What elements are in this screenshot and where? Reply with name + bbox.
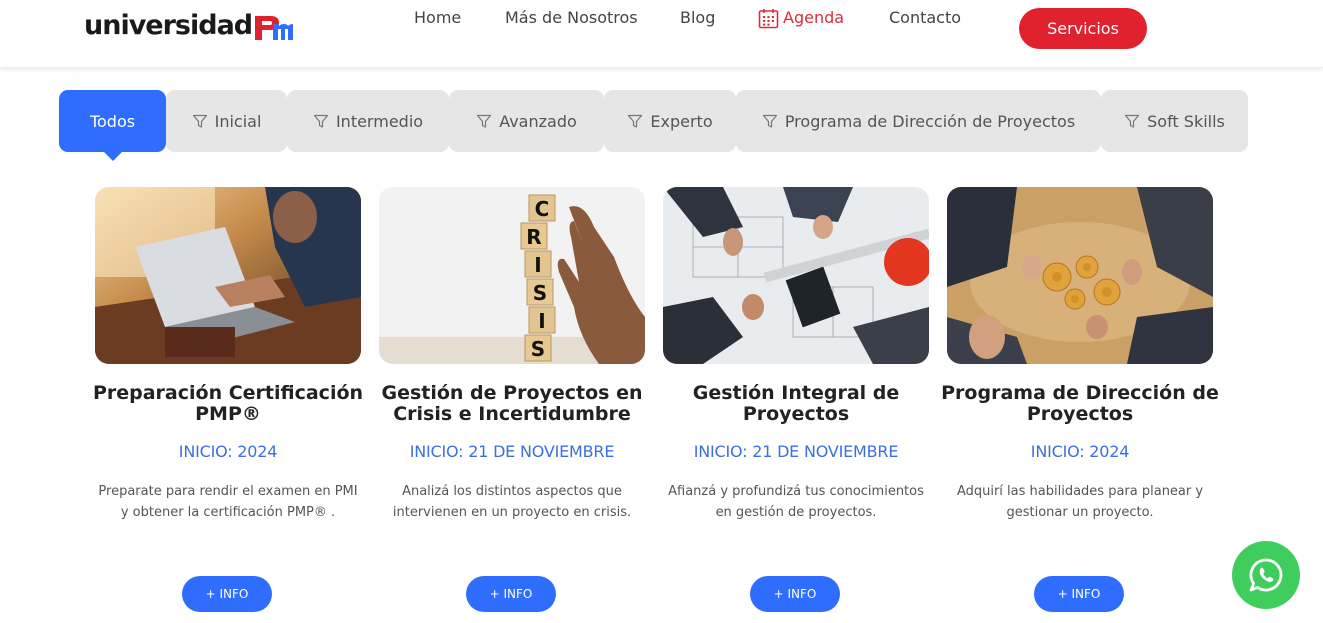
tab-experto[interactable]: Experto (604, 90, 736, 152)
logo[interactable]: universidad (84, 8, 294, 44)
tab-inicial[interactable]: Inicial (166, 90, 287, 152)
whatsapp-button[interactable] (1232, 541, 1300, 609)
course-image[interactable] (663, 187, 929, 364)
course-card: C R I S I S Gestión de Proyectos en Cris… (379, 187, 645, 612)
tab-label: Inicial (214, 111, 262, 131)
course-description: Afianzá y profundizá tus conocimientos e… (668, 484, 924, 520)
nav-agenda[interactable]: Agenda (758, 6, 844, 30)
tab-label: Avanzado (499, 111, 577, 131)
nav-blog[interactable]: Blog (680, 6, 715, 30)
tab-todos[interactable]: Todos (59, 90, 166, 161)
course-image[interactable]: C R I S I S (379, 187, 645, 364)
filter-icon (1124, 113, 1140, 129)
nav-home[interactable]: Home (414, 6, 461, 30)
info-button[interactable]: + INFO (750, 576, 840, 612)
site-header: universidad Home Más de Nosotros Blog Ag… (0, 0, 1323, 68)
whatsapp-icon (1249, 558, 1283, 592)
course-description: Adquirí las habilidades para planear y g… (956, 484, 1204, 520)
info-button[interactable]: + INFO (466, 576, 556, 612)
info-button[interactable]: + INFO (182, 576, 272, 612)
course-card: Preparación Certificación PMP® INICIO: 2… (93, 187, 363, 612)
filter-icon (476, 113, 492, 129)
logo-mark-icon (253, 10, 294, 44)
tab-label: Soft Skills (1147, 111, 1225, 131)
svg-text:S: S (531, 337, 545, 361)
course-description: Analizá los distintos aspectos que inter… (392, 484, 632, 520)
course-start-date: INICIO: 2024 (178, 442, 278, 461)
tab-programa-direccion[interactable]: Programa de Dirección de Proyectos (736, 90, 1101, 152)
course-card: Programa de Dirección de Proyectos INICI… (941, 187, 1219, 612)
course-title: Gestión Integral de Proyectos (692, 382, 900, 425)
filter-icon (313, 113, 329, 129)
svg-text:I: I (534, 253, 541, 277)
course-image[interactable] (947, 187, 1213, 364)
tab-label: Todos (89, 111, 136, 131)
svg-text:I: I (538, 309, 545, 333)
course-start-date: INICIO: 2024 (1030, 442, 1130, 461)
tab-label: Programa de Dirección de Proyectos (784, 111, 1076, 131)
tab-intermedio[interactable]: Intermedio (287, 90, 449, 152)
course-title: Preparación Certificación PMP® (92, 382, 364, 425)
tab-label: Intermedio (335, 111, 424, 131)
course-title: Programa de Dirección de Proyectos (941, 382, 1219, 425)
tab-avanzado[interactable]: Avanzado (449, 90, 604, 152)
filter-icon (762, 113, 778, 129)
calendar-icon (758, 8, 779, 28)
svg-text:C: C (535, 197, 550, 221)
course-start-date: INICIO: 21 DE NOVIEMBRE (693, 442, 899, 461)
course-card: Gestión Integral de Proyectos INICIO: 21… (663, 187, 929, 612)
filter-icon (627, 113, 643, 129)
course-start-date: INICIO: 21 DE NOVIEMBRE (409, 442, 615, 461)
course-image[interactable] (95, 187, 361, 364)
logo-text: universidad (84, 10, 253, 41)
servicios-button[interactable]: Servicios (1019, 8, 1147, 49)
course-description: Preparate para rendir el examen en PMI y… (98, 484, 358, 520)
nav-mas-de-nosotros[interactable]: Más de Nosotros (505, 6, 638, 30)
filter-icon (192, 113, 208, 129)
tab-soft-skills[interactable]: Soft Skills (1101, 90, 1248, 152)
nav-agenda-label: Agenda (783, 8, 845, 27)
info-button[interactable]: + INFO (1034, 576, 1124, 612)
course-title: Gestión de Proyectos en Crisis e Incerti… (381, 382, 643, 425)
nav-contacto[interactable]: Contacto (889, 6, 961, 30)
tab-label: Experto (650, 111, 713, 131)
svg-text:S: S (533, 281, 547, 305)
svg-text:R: R (526, 225, 541, 249)
